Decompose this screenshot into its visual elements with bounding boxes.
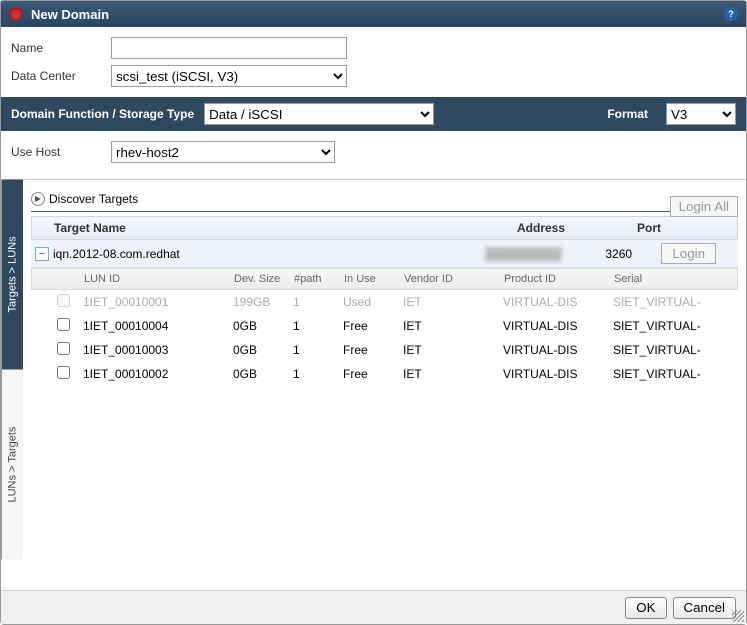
col-target-name: Target Name xyxy=(54,221,517,235)
lun-path: 1 xyxy=(293,367,343,381)
storage-type-bar: Domain Function / Storage Type Data / iS… xyxy=(1,97,746,131)
lun-product: VIRTUAL-DIS xyxy=(503,367,613,381)
name-input[interactable] xyxy=(111,37,347,59)
lun-vendor: IET xyxy=(403,319,503,333)
title-bar: New Domain ? xyxy=(1,1,746,27)
lun-id: 1IET_00010002 xyxy=(83,367,233,381)
lun-product: VIRTUAL-DIS xyxy=(503,343,613,357)
col-serial: Serial xyxy=(614,273,737,285)
target-port: 3260 xyxy=(605,247,661,261)
app-logo-icon xyxy=(9,7,23,21)
col-product-id: Product ID xyxy=(504,273,614,285)
lun-path: 1 xyxy=(293,343,343,357)
lun-in-use: Free xyxy=(343,343,403,357)
lun-checkbox[interactable] xyxy=(57,366,70,379)
lun-vendor: IET xyxy=(403,343,503,357)
collapse-icon[interactable]: − xyxy=(35,247,49,261)
tab-targets-luns[interactable]: Targets > LUNs xyxy=(1,180,23,370)
storage-type-label: Domain Function / Storage Type xyxy=(11,107,194,121)
dialog-button-bar: OK Cancel xyxy=(1,590,746,624)
col-lun-id: LUN ID xyxy=(84,273,234,285)
lun-size: 0GB xyxy=(233,367,293,381)
lun-row[interactable]: 1IET_000100030GB1FreeIETVIRTUAL-DISSIET_… xyxy=(31,338,738,362)
lun-product: VIRTUAL-DIS xyxy=(503,319,613,333)
lun-id: 1IET_00010004 xyxy=(83,319,233,333)
target-row[interactable]: − iqn.2012-08.com.redhat █████████ 3260 … xyxy=(31,240,738,268)
discover-targets-label: Discover Targets xyxy=(49,192,138,206)
storage-type-select[interactable]: Data / iSCSI xyxy=(204,103,434,125)
lun-serial: SIET_VIRTUAL- xyxy=(613,343,738,357)
datacenter-label: Data Center xyxy=(11,69,111,83)
col-vendor-id: Vendor ID xyxy=(404,273,504,285)
lun-path: 1 xyxy=(293,295,343,309)
lun-serial: SIET_VIRTUAL- xyxy=(613,295,738,309)
lun-checkbox[interactable] xyxy=(57,294,70,307)
help-icon[interactable]: ? xyxy=(724,7,738,21)
target-name: iqn.2012-08.com.redhat xyxy=(53,247,485,261)
lun-row[interactable]: 1IET_000100040GB1FreeIETVIRTUAL-DISSIET_… xyxy=(31,314,738,338)
dialog-title: New Domain xyxy=(31,7,724,22)
use-host-select[interactable]: rhev-host2 xyxy=(111,141,335,163)
resize-grip-icon[interactable] xyxy=(732,610,744,622)
target-address: █████████ xyxy=(485,247,605,261)
lun-in-use: Free xyxy=(343,367,403,381)
login-button[interactable]: Login xyxy=(661,243,716,264)
datacenter-select[interactable]: scsi_test (iSCSI, V3) xyxy=(111,65,347,87)
lun-product: VIRTUAL-DIS xyxy=(503,295,613,309)
ok-button[interactable]: OK xyxy=(625,597,666,619)
lun-vendor: IET xyxy=(403,295,503,309)
col-address: Address xyxy=(517,221,637,235)
lun-in-use: Free xyxy=(343,319,403,333)
lun-checkbox[interactable] xyxy=(57,342,70,355)
col-port: Port xyxy=(637,221,737,235)
lun-serial: SIET_VIRTUAL- xyxy=(613,319,738,333)
lun-vendor: IET xyxy=(403,367,503,381)
lun-header: LUN ID Dev. Size #path In Use Vendor ID … xyxy=(31,268,738,290)
col-in-use: In Use xyxy=(344,273,404,285)
tab-luns-targets[interactable]: LUNs > Targets xyxy=(1,370,23,560)
lun-checkbox[interactable] xyxy=(57,318,70,331)
login-all-button[interactable]: Login All xyxy=(670,196,738,217)
targets-header: Target Name Address Port xyxy=(31,216,738,240)
use-host-label: Use Host xyxy=(11,145,111,159)
lun-in-use: Used xyxy=(343,295,403,309)
lun-size: 199GB xyxy=(233,295,293,309)
col-path: #path xyxy=(294,273,344,285)
lun-id: 1IET_00010003 xyxy=(83,343,233,357)
lun-row[interactable]: 1IET_00010001199GB1UsedIETVIRTUAL-DISSIE… xyxy=(31,290,738,314)
lun-row[interactable]: 1IET_000100020GB1FreeIETVIRTUAL-DISSIET_… xyxy=(31,362,738,386)
expand-discover-icon[interactable]: ▶ xyxy=(31,192,45,206)
col-dev-size: Dev. Size xyxy=(234,273,294,285)
lun-path: 1 xyxy=(293,319,343,333)
format-select[interactable]: V3 xyxy=(666,103,736,125)
format-label: Format xyxy=(607,107,648,121)
name-label: Name xyxy=(11,41,111,55)
lun-id: 1IET_00010001 xyxy=(83,295,233,309)
lun-size: 0GB xyxy=(233,319,293,333)
lun-size: 0GB xyxy=(233,343,293,357)
lun-serial: SIET_VIRTUAL- xyxy=(613,367,738,381)
cancel-button[interactable]: Cancel xyxy=(673,597,737,619)
